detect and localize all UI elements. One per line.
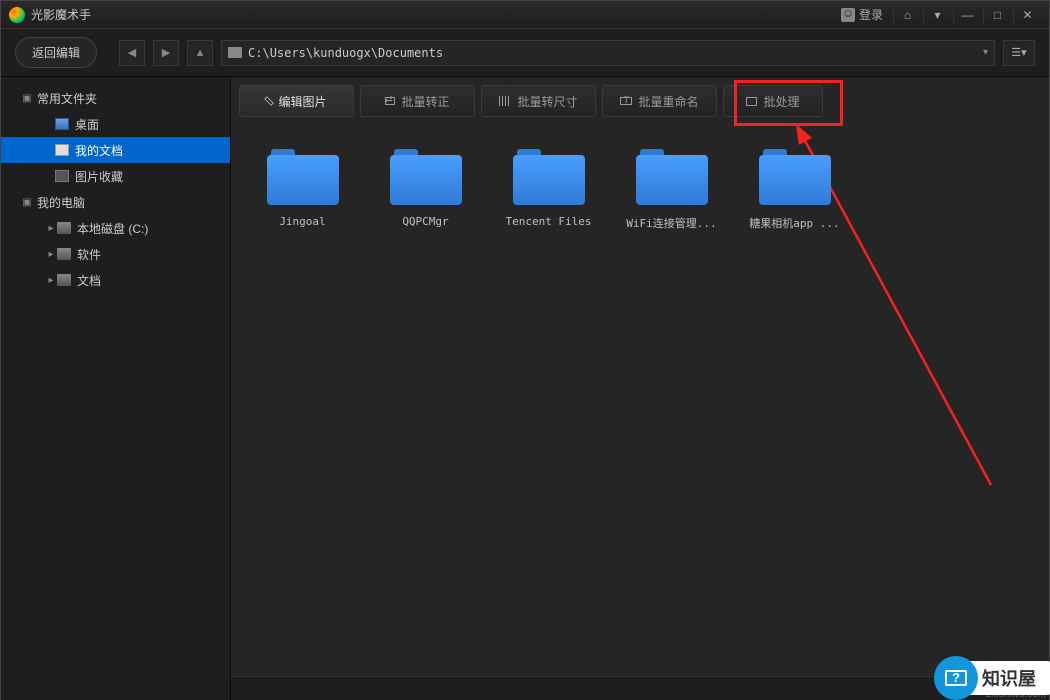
drive-icon bbox=[57, 222, 71, 234]
titlebar-right: 登录 ⌂ ▾ — □ ✕ bbox=[833, 4, 1041, 25]
expand-icon[interactable]: ▸ bbox=[45, 275, 57, 286]
tree-desktop[interactable]: 桌面 bbox=[1, 111, 230, 137]
batch-convert-label: 批量转正 bbox=[401, 93, 449, 110]
watermark-url: zhishiwu.com bbox=[986, 689, 1046, 700]
tree-my-documents[interactable]: 我的文档 bbox=[1, 137, 230, 163]
collapse-icon[interactable]: ▣ bbox=[21, 93, 33, 104]
login-label: 登录 bbox=[859, 6, 883, 23]
back-to-edit-button[interactable]: 返回编辑 bbox=[15, 37, 97, 68]
sidebar: ▣ 常用文件夹 桌面 我的文档 图片收藏 ▣ 我的电脑 ▸ bbox=[1, 77, 231, 700]
tree-favorites[interactable]: ▣ 常用文件夹 bbox=[1, 85, 230, 111]
maximize-button[interactable]: □ bbox=[983, 5, 1011, 25]
minimize-button[interactable]: — bbox=[953, 5, 981, 25]
nav-back-button[interactable]: ◀ bbox=[119, 40, 145, 66]
home-button[interactable]: ⌂ bbox=[893, 5, 921, 25]
edit-image-label: 编辑图片 bbox=[278, 93, 326, 110]
folder-icon bbox=[636, 149, 708, 205]
content-area: 编辑图片 批量转正 批量转尺寸 批量重命名 批处理 bbox=[231, 77, 1049, 700]
folder-item[interactable]: QQPCMgr bbox=[378, 149, 473, 231]
statusbar: 缩略图 ▸ bbox=[231, 676, 1049, 700]
tree-image-favorites[interactable]: 图片收藏 bbox=[1, 163, 230, 189]
login-button[interactable]: 登录 bbox=[833, 4, 891, 25]
drive-icon bbox=[57, 274, 71, 286]
folder-label: Jingoal bbox=[255, 215, 350, 228]
folder-icon bbox=[390, 149, 462, 205]
batch-process-button[interactable]: 批处理 bbox=[723, 85, 823, 117]
folder-label: Tencent Files bbox=[501, 215, 596, 228]
batch-icon bbox=[746, 97, 757, 106]
tree-drive-docs[interactable]: ▸ 文档 bbox=[1, 267, 230, 293]
app-window: 光影魔术手 登录 ⌂ ▾ — □ ✕ 返回编辑 ◀ ▶ ▲ C:\Users\k… bbox=[0, 0, 1050, 700]
nav-up-button[interactable]: ▲ bbox=[187, 40, 213, 66]
expand-icon[interactable]: ▸ bbox=[45, 249, 57, 260]
titlebar: 光影魔术手 登录 ⌂ ▾ — □ ✕ bbox=[1, 1, 1049, 29]
folder-label: WiFi连接管理... bbox=[624, 215, 719, 231]
folder-grid: Jingoal QQPCMgr Tencent Files WiFi连接管理..… bbox=[231, 125, 1049, 231]
batch-resize-label: 批量转尺寸 bbox=[517, 93, 577, 110]
folder-icon bbox=[513, 149, 585, 205]
folder-icon bbox=[228, 47, 242, 58]
collapse-icon[interactable]: ▣ bbox=[21, 197, 33, 208]
my-computer-label: 我的电脑 bbox=[37, 194, 85, 211]
tree-my-computer[interactable]: ▣ 我的电脑 bbox=[1, 189, 230, 215]
body: ▣ 常用文件夹 桌面 我的文档 图片收藏 ▣ 我的电脑 ▸ bbox=[1, 77, 1049, 700]
desktop-icon bbox=[55, 118, 69, 130]
path-bar[interactable]: C:\Users\kunduogx\Documents ▾ bbox=[221, 40, 995, 66]
toolbar: 返回编辑 ◀ ▶ ▲ C:\Users\kunduogx\Documents ▾… bbox=[1, 29, 1049, 77]
batch-rename-button[interactable]: 批量重命名 bbox=[602, 85, 717, 117]
app-title: 光影魔术手 bbox=[31, 6, 833, 23]
image-favorites-label: 图片收藏 bbox=[75, 168, 123, 185]
app-logo-icon bbox=[9, 7, 25, 23]
folder-item[interactable]: Tencent Files bbox=[501, 149, 596, 231]
path-text: C:\Users\kunduogx\Documents bbox=[248, 46, 977, 60]
rename-icon bbox=[620, 97, 632, 105]
folder-item[interactable]: 糖果相机app ... bbox=[747, 149, 842, 231]
batch-resize-button[interactable]: 批量转尺寸 bbox=[481, 85, 596, 117]
my-documents-label: 我的文档 bbox=[75, 142, 123, 159]
drive-icon bbox=[57, 248, 71, 260]
drive-c-label: 本地磁盘 (C:) bbox=[77, 220, 148, 237]
settings-button[interactable]: ▾ bbox=[923, 5, 951, 25]
favorites-label: 常用文件夹 bbox=[37, 90, 97, 107]
batch-convert-button[interactable]: 批量转正 bbox=[360, 85, 475, 117]
drive-docs-label: 文档 bbox=[77, 272, 101, 289]
path-dropdown-icon[interactable]: ▾ bbox=[983, 47, 988, 58]
folder-label: 糖果相机app ... bbox=[747, 215, 842, 231]
action-bar: 编辑图片 批量转正 批量转尺寸 批量重命名 批处理 bbox=[239, 85, 1041, 125]
nav-forward-button[interactable]: ▶ bbox=[153, 40, 179, 66]
resize-icon bbox=[499, 96, 511, 106]
folder-item[interactable]: Jingoal bbox=[255, 149, 350, 231]
expand-icon[interactable]: ▸ bbox=[45, 223, 57, 234]
close-button[interactable]: ✕ bbox=[1013, 5, 1041, 25]
desktop-label: 桌面 bbox=[75, 116, 99, 133]
batch-process-label: 批处理 bbox=[763, 93, 799, 110]
folder-item[interactable]: WiFi连接管理... bbox=[624, 149, 719, 231]
folder-icon bbox=[267, 149, 339, 205]
view-options-button[interactable]: ☰▾ bbox=[1003, 40, 1035, 66]
drive-software-label: 软件 bbox=[77, 246, 101, 263]
batch-rename-label: 批量重命名 bbox=[638, 93, 698, 110]
tree-drive-c[interactable]: ▸ 本地磁盘 (C:) bbox=[1, 215, 230, 241]
folder-icon bbox=[759, 149, 831, 205]
folder-label: QQPCMgr bbox=[378, 215, 473, 228]
convert-icon bbox=[385, 97, 395, 105]
pencil-icon bbox=[265, 96, 274, 105]
avatar-icon bbox=[841, 8, 855, 22]
tree-drive-software[interactable]: ▸ 软件 bbox=[1, 241, 230, 267]
edit-image-button[interactable]: 编辑图片 bbox=[239, 85, 354, 117]
favorites-icon bbox=[55, 170, 69, 182]
document-icon bbox=[55, 144, 69, 156]
watermark-logo-icon bbox=[934, 656, 978, 700]
